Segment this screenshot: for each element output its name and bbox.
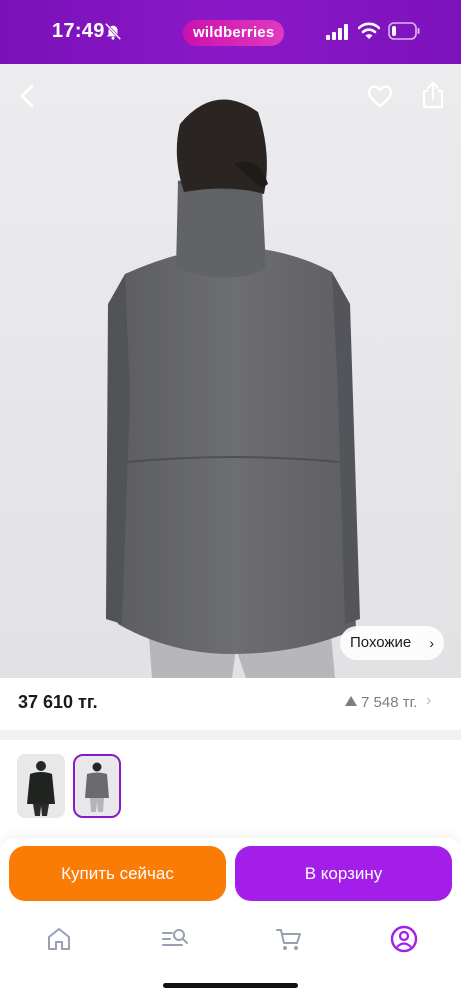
price-panel[interactable]: 37 610 тг. 7 548 тг. ›	[0, 678, 461, 730]
catalog-search-icon[interactable]	[160, 924, 190, 954]
similar-products-button[interactable]: Похожие ›	[340, 626, 444, 660]
signal-icon	[326, 24, 348, 40]
chevron-right-icon: ›	[426, 692, 432, 709]
cart-icon[interactable]	[274, 924, 304, 954]
chevron-right-icon: ›	[429, 635, 434, 651]
add-to-cart-button[interactable]: В корзину	[235, 846, 452, 901]
buy-now-button[interactable]: Купить сейчас	[9, 846, 226, 901]
battery-icon	[388, 22, 420, 40]
product-gallery[interactable]	[0, 64, 461, 678]
back-chevron-icon[interactable]	[14, 82, 42, 110]
product-photo	[0, 64, 461, 678]
home-indicator	[163, 983, 298, 988]
brand-logo: wildberries	[183, 20, 285, 46]
share-icon[interactable]	[420, 80, 446, 110]
variant-image	[17, 754, 65, 818]
variant-thumbnail-black[interactable]	[17, 754, 65, 818]
price-change-value: 7 548 тг.	[361, 694, 418, 711]
wifi-icon	[358, 22, 380, 39]
current-price: 37 610 тг.	[18, 692, 98, 712]
price-change: 7 548 тг.	[345, 694, 417, 711]
heart-icon[interactable]	[366, 82, 394, 110]
similar-label: Похожие	[350, 634, 412, 651]
price-up-icon	[345, 696, 357, 706]
variant-image	[77, 758, 117, 814]
status-time: 17:49	[52, 20, 105, 42]
section-divider	[0, 730, 461, 740]
status-bar: 17:49 wildberries	[0, 0, 461, 64]
bell-off-icon	[104, 22, 122, 40]
variant-thumbnail-grey[interactable]	[73, 754, 121, 818]
color-variants	[0, 740, 461, 850]
profile-icon[interactable]	[389, 924, 419, 954]
home-icon[interactable]	[44, 924, 74, 954]
